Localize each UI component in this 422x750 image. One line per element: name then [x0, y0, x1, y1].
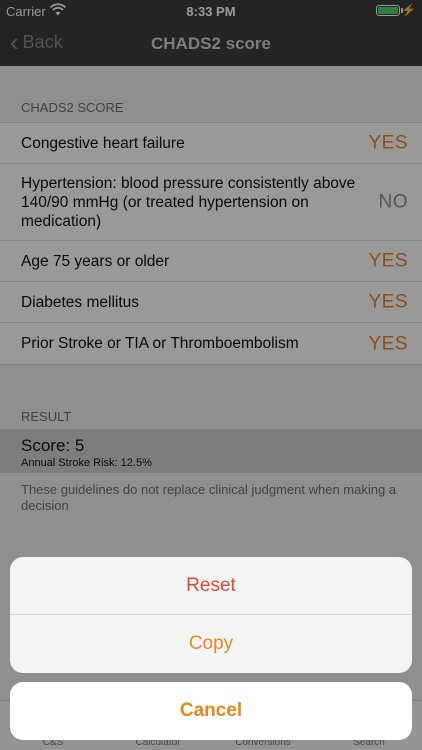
action-sheet: Reset Copy: [10, 557, 412, 673]
reset-button[interactable]: Reset: [10, 557, 412, 615]
copy-button[interactable]: Copy: [10, 615, 412, 673]
cancel-button[interactable]: Cancel: [10, 682, 412, 740]
